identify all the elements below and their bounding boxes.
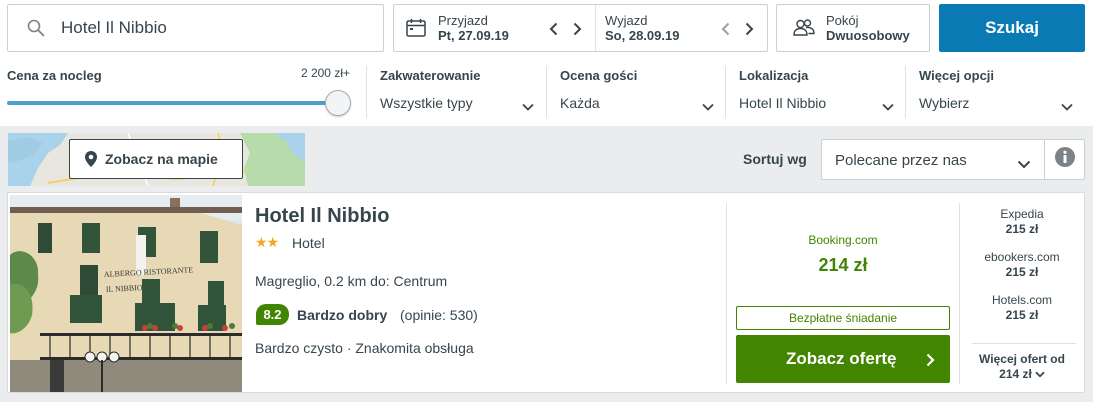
sort-label: Sortuj wg	[743, 151, 807, 167]
deal-provider: Booking.com	[808, 233, 878, 247]
price-slider-handle[interactable]	[325, 90, 351, 116]
search-box[interactable]	[7, 4, 384, 52]
sort-select[interactable]: Polecane przez nas	[821, 139, 1045, 180]
hotel-type: Hotel	[292, 235, 325, 251]
divider	[972, 343, 1076, 344]
sort-info-button[interactable]	[1044, 139, 1085, 180]
filter-location-value: Hotel Il Nibbio	[739, 95, 827, 111]
room-label: Pokój	[826, 13, 859, 28]
review-count: (opinie: 530)	[400, 307, 478, 323]
checkin-prev-icon[interactable]	[547, 20, 559, 38]
chevron-down-icon	[1017, 156, 1031, 169]
chevron-down-icon	[882, 98, 894, 111]
map-pin-icon	[84, 150, 98, 168]
hotel-stars: ★★	[255, 234, 279, 250]
filter-more-options[interactable]: Więcej opcji Wybierz	[905, 66, 1085, 118]
hotel-photo[interactable]: ALBERGO RISTORANTE IL NIBBIO	[10, 195, 242, 392]
search-icon	[27, 18, 47, 38]
hotel-location[interactable]: Magreglio, 0.2 km do: Centrum	[255, 273, 447, 289]
alt-offer-expedia[interactable]: Expedia 215 zł	[966, 207, 1078, 237]
alt-offer-price: 215 zł	[1005, 265, 1039, 279]
checkout-label: Wyjazd	[605, 13, 648, 28]
chevron-down-icon	[702, 98, 714, 111]
filter-guest-rating[interactable]: Ocena gości Każda	[546, 66, 726, 118]
chevron-right-icon	[926, 352, 935, 367]
hotel-features: Bardzo czysto · Znakomita obsługa	[255, 340, 474, 356]
filter-accommodation[interactable]: Zakwaterowanie Wszystkie typy	[366, 66, 546, 118]
chevron-down-icon	[1061, 98, 1073, 111]
alt-offer-price: 215 zł	[1005, 222, 1039, 236]
room-selector[interactable]: Pokój Dwuosobowy	[776, 4, 930, 52]
search-button[interactable]: Szukaj	[939, 4, 1085, 52]
calendar-icon	[405, 17, 427, 39]
checkin-next-icon[interactable]	[571, 20, 583, 38]
hotel-name[interactable]: Hotel Il Nibbio	[255, 205, 389, 228]
free-breakfast-badge: Bezpłatne śniadanie	[736, 306, 950, 330]
price-filter-label: Cena za nocleg	[7, 68, 102, 83]
price-filter: Cena za nocleg 2 200 zł+	[7, 66, 354, 118]
alt-offer-provider: Expedia	[1000, 207, 1044, 221]
checkout-date[interactable]: Wyjazd So, 28.09.19	[596, 5, 767, 51]
filter-accommodation-label: Zakwaterowanie	[380, 68, 481, 83]
alt-offer-provider: Hotels.com	[991, 293, 1053, 307]
divider	[959, 203, 960, 384]
view-deal-label: Zobacz ofertę	[786, 349, 897, 368]
room-value: Dwuosobowy	[826, 28, 910, 43]
filter-more-options-label: Więcej opcji	[919, 68, 995, 83]
more-offers-price: 214 zł	[999, 367, 1032, 381]
search-input[interactable]	[61, 18, 361, 38]
filter-location[interactable]: Lokalizacja Hotel Il Nibbio	[725, 66, 906, 118]
show-on-map-label: Zobacz na mapie	[105, 151, 218, 167]
chevron-down-icon	[1035, 367, 1045, 382]
sort-value: Polecane przez nas	[835, 152, 967, 169]
alt-offer-ebookers[interactable]: ebookers.com 215 zł	[966, 250, 1078, 280]
checkout-value: So, 28.09.19	[605, 28, 680, 43]
checkin-label: Przyjazd	[438, 13, 488, 28]
more-offers-button[interactable]: Więcej ofert od 214 zł	[966, 352, 1078, 382]
rating-badge: 8.2	[256, 304, 289, 325]
alt-offer-price: 215 zł	[1005, 308, 1039, 322]
divider	[726, 203, 727, 384]
checkout-prev-icon[interactable]	[719, 20, 731, 38]
checkout-next-icon[interactable]	[743, 20, 755, 38]
info-icon	[1054, 147, 1075, 172]
alt-offer-hotels-com[interactable]: Hotels.com 215 zł	[966, 293, 1078, 323]
rating-label: Bardzo dobry	[297, 307, 388, 323]
checkin-date[interactable]: Przyjazd Pt, 27.09.19	[394, 5, 596, 51]
chevron-down-icon	[522, 98, 534, 111]
guests-icon	[792, 18, 816, 38]
hotel-card: ALBERGO RISTORANTE IL NIBBIO Hotel Il Ni…	[7, 192, 1085, 393]
date-picker[interactable]: Przyjazd Pt, 27.09.19 Wyjazd So, 28.09.1…	[393, 4, 768, 52]
price-slider-track[interactable]	[7, 101, 343, 105]
price-filter-max: 2 200 zł+	[300, 66, 350, 80]
alt-offer-provider: ebookers.com	[984, 250, 1060, 264]
filter-guest-rating-label: Ocena gości	[560, 68, 638, 83]
filter-location-label: Lokalizacja	[739, 68, 809, 83]
checkin-value: Pt, 27.09.19	[438, 28, 509, 43]
deal-price: 214 zł	[818, 255, 868, 275]
view-deal-button[interactable]: Zobacz ofertę	[736, 335, 950, 383]
show-on-map-button[interactable]: Zobacz na mapie	[69, 139, 243, 179]
more-offers-label: Więcej ofert od	[979, 352, 1065, 366]
